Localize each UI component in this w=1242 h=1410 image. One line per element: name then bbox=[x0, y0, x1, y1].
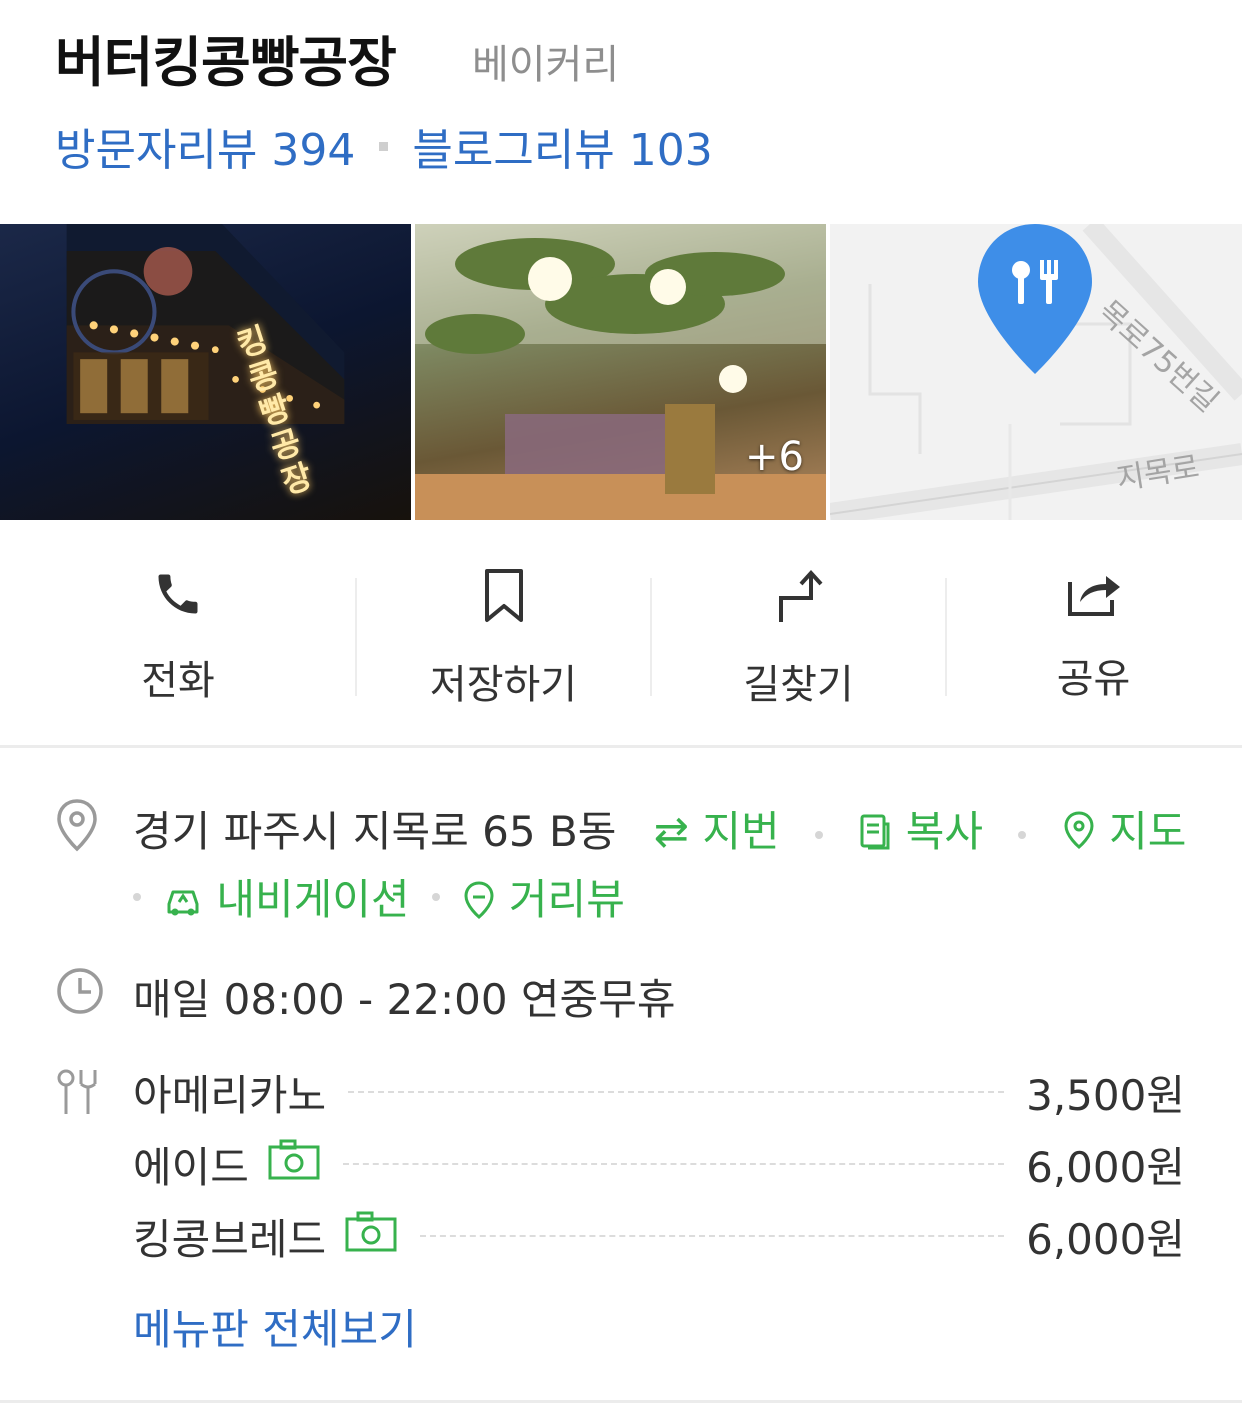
dotted-leader bbox=[348, 1091, 1005, 1093]
call-label: 전화 bbox=[141, 658, 215, 704]
address-row: 경기 파주시 지목로 65 B동 ⇄ 지번 복사 지도 bbox=[133, 798, 1186, 859]
directions-icon bbox=[775, 568, 823, 628]
separator-dot bbox=[133, 892, 141, 901]
map-thumbnail[interactable]: 목로75번길 지목로 bbox=[830, 224, 1242, 520]
share-icon bbox=[1066, 568, 1122, 622]
copy-link[interactable]: 복사 bbox=[858, 807, 996, 856]
section-divider bbox=[0, 745, 1242, 748]
swap-arrows-icon: ⇄ bbox=[653, 807, 689, 856]
address-row-2: 내비게이션 거리뷰 bbox=[133, 866, 625, 927]
menu-item[interactable]: 에이드 6,000원 bbox=[133, 1136, 1185, 1192]
dotted-leader bbox=[420, 1235, 1005, 1237]
address-text: 경기 파주시 지목로 65 B동 bbox=[133, 807, 617, 856]
dotted-leader bbox=[342, 1163, 1005, 1165]
location-pin-icon bbox=[55, 798, 99, 856]
clock-icon bbox=[55, 966, 105, 1020]
share-label: 공유 bbox=[1056, 656, 1131, 702]
lot-number-link[interactable]: ⇄ 지번 bbox=[654, 807, 793, 856]
more-photos-count: +6 bbox=[745, 434, 804, 480]
place-category: 베이커리 bbox=[472, 42, 620, 88]
map-pin-icon bbox=[1062, 807, 1109, 856]
storefront-illustration bbox=[66, 224, 345, 424]
separator-dot bbox=[1018, 830, 1027, 839]
menu-item[interactable]: 킹콩브레드 6,000원 bbox=[133, 1208, 1185, 1264]
visitor-reviews-link[interactable]: 방문자리뷰 394 bbox=[55, 114, 355, 178]
review-links: 방문자리뷰 394 블로그리뷰 103 bbox=[55, 114, 713, 178]
action-bar: 전화 저장하기 길찾기 공유 bbox=[0, 560, 1242, 708]
camera-icon[interactable] bbox=[267, 1137, 321, 1191]
map-link[interactable]: 지도 bbox=[1062, 807, 1186, 856]
share-button[interactable]: 공유 bbox=[946, 560, 1241, 702]
separator-dot bbox=[431, 892, 440, 901]
interior-photo[interactable]: +6 bbox=[415, 224, 826, 520]
directions-label: 길찾기 bbox=[743, 662, 854, 708]
menu-item-name-wrap: 킹콩브레드 bbox=[133, 1206, 398, 1267]
menu-item-name: 킹콩브레드 bbox=[133, 1214, 327, 1264]
menu-item-price: 3,500원 bbox=[1026, 1070, 1185, 1120]
business-hours: 매일 08:00 - 22:00 연중무휴 bbox=[133, 975, 676, 1024]
menu-item-name-wrap: 에이드 bbox=[133, 1134, 321, 1195]
menu-item-name: 아메리카노 bbox=[133, 1070, 327, 1120]
section-divider bbox=[0, 1400, 1242, 1403]
place-name: 버터킹콩빵공장 bbox=[55, 31, 397, 94]
street-view-icon bbox=[462, 875, 509, 924]
blog-reviews-link[interactable]: 블로그리뷰 103 bbox=[412, 114, 712, 178]
copy-icon bbox=[858, 807, 905, 856]
call-button[interactable]: 전화 bbox=[0, 560, 357, 704]
save-label: 저장하기 bbox=[429, 662, 578, 708]
camera-icon[interactable] bbox=[344, 1209, 398, 1263]
menu-item-name: 에이드 bbox=[133, 1142, 249, 1192]
menu-item[interactable]: 아메리카노 3,500원 bbox=[133, 1064, 1185, 1120]
menu-item-price: 6,000원 bbox=[1026, 1214, 1185, 1264]
menu-item-price: 6,000원 bbox=[1026, 1142, 1185, 1192]
navigation-link[interactable]: 내비게이션 bbox=[163, 866, 410, 927]
directions-button[interactable]: 길찾기 bbox=[651, 560, 947, 708]
street-view-link[interactable]: 거리뷰 bbox=[462, 866, 625, 927]
bookmark-icon bbox=[481, 568, 527, 628]
separator-dot bbox=[814, 830, 823, 839]
view-full-menu-link[interactable]: 메뉴판 전체보기 bbox=[133, 1296, 417, 1357]
storefront-photo[interactable]: 킹콩빵공장 bbox=[0, 224, 411, 520]
phone-icon bbox=[152, 568, 204, 624]
separator-dot bbox=[379, 141, 389, 151]
utensils-icon bbox=[55, 1068, 99, 1120]
save-button[interactable]: 저장하기 bbox=[356, 560, 652, 708]
car-icon bbox=[163, 875, 216, 924]
